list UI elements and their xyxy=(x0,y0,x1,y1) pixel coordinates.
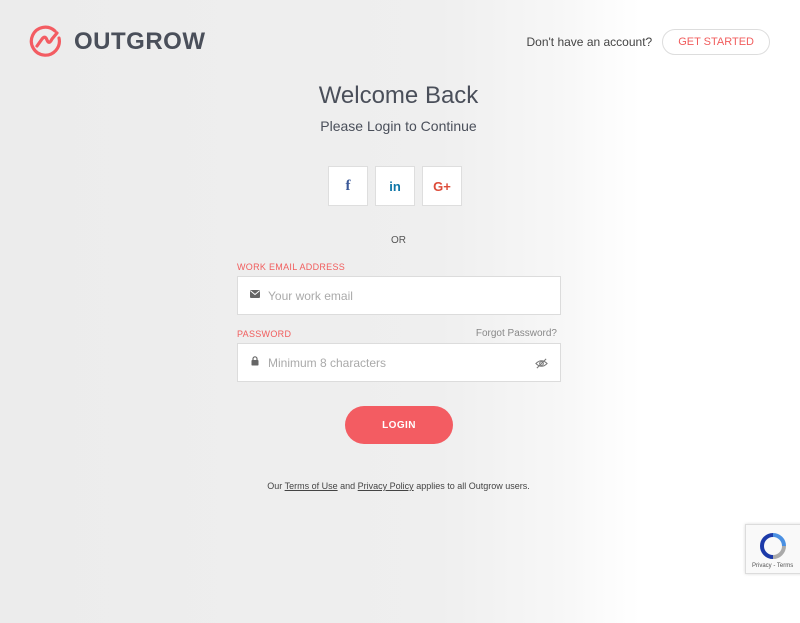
outgrow-logo[interactable]: OUTGROW xyxy=(28,24,205,60)
recaptcha-icon xyxy=(759,533,786,559)
email-label: WORK EMAIL ADDRESS xyxy=(237,262,346,272)
password-label: PASSWORD xyxy=(237,329,292,339)
google-plus-login-button[interactable]: G+ xyxy=(422,166,462,206)
email-input[interactable] xyxy=(268,288,560,303)
login-button[interactable]: LOGIN xyxy=(345,406,453,444)
facebook-login-button[interactable]: f xyxy=(328,166,368,206)
get-started-button[interactable]: GET STARTED xyxy=(662,29,770,55)
lock-icon xyxy=(250,356,260,369)
terms-prefix: Our xyxy=(267,481,283,491)
email-field-container xyxy=(237,276,561,315)
linkedin-icon: in xyxy=(389,178,401,194)
hide-password-icon[interactable] xyxy=(535,357,548,370)
terms-notice: Our Terms of Use and Privacy Policy appl… xyxy=(0,481,797,491)
envelope-icon xyxy=(250,290,260,301)
password-field-container xyxy=(237,343,561,382)
google-plus-icon: G+ xyxy=(433,178,451,194)
social-login-group: f in G+ xyxy=(328,166,469,206)
page-title: Welcome Back xyxy=(318,82,479,109)
no-account-text: Don't have an account? xyxy=(526,35,653,49)
terms-suffix: applies to all Outgrow users. xyxy=(416,481,530,491)
privacy-policy-link[interactable]: Privacy Policy xyxy=(358,481,414,491)
terms-and: and xyxy=(340,481,356,491)
forgot-password-link[interactable]: Forgot Password? xyxy=(476,328,557,339)
facebook-icon: f xyxy=(345,177,351,194)
logo-text: OUTGROW xyxy=(74,28,206,55)
or-divider: OR xyxy=(391,235,406,246)
terms-of-use-link[interactable]: Terms of Use xyxy=(285,481,338,491)
recaptcha-badge[interactable]: Privacy - Terms xyxy=(745,524,800,574)
page-subtitle: Please Login to Continue xyxy=(320,118,477,134)
linkedin-login-button[interactable]: in xyxy=(375,166,415,206)
header-account-area: Don't have an account? GET STARTED xyxy=(526,29,770,55)
recaptcha-privacy-terms[interactable]: Privacy - Terms xyxy=(752,563,793,569)
password-input[interactable] xyxy=(268,355,560,370)
outgrow-logo-icon xyxy=(29,25,61,57)
